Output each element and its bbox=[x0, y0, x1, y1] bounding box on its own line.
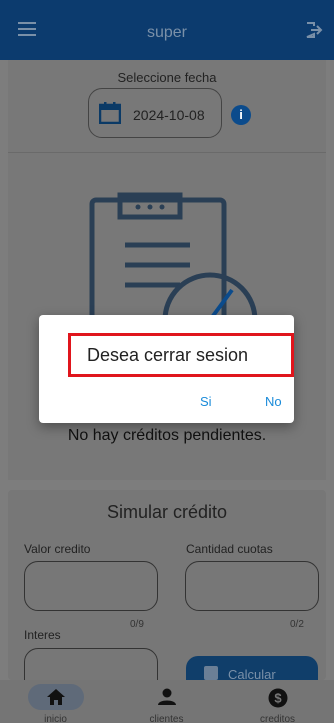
valor-credito-label: Valor credito bbox=[24, 542, 91, 556]
interes-label: Interes bbox=[24, 628, 61, 642]
valor-credito-counter: 0/9 bbox=[130, 619, 144, 630]
cantidad-cuotas-label: Cantidad cuotas bbox=[186, 542, 273, 556]
home-icon bbox=[47, 689, 65, 705]
bottom-nav: inicio clientes $ creditos bbox=[0, 680, 334, 723]
cantidad-cuotas-counter: 0/2 bbox=[290, 619, 304, 630]
no-button[interactable]: No bbox=[265, 394, 282, 409]
nav-item-clientes[interactable]: clientes bbox=[111, 680, 222, 723]
logout-icon[interactable] bbox=[304, 20, 324, 40]
dialog-title-highlight: Desea cerrar sesion bbox=[68, 333, 294, 377]
empty-state-message: No hay créditos pendientes. bbox=[67, 427, 267, 444]
nav-label-inicio: inicio bbox=[44, 714, 67, 723]
date-label: Seleccione fecha bbox=[117, 70, 217, 85]
simulator-title: Simular crédito bbox=[106, 502, 228, 522]
dollar-icon: $ bbox=[268, 688, 288, 708]
cantidad-cuotas-input[interactable] bbox=[185, 561, 319, 611]
nav-label-clientes: clientes bbox=[149, 714, 184, 723]
nav-item-creditos[interactable]: $ creditos bbox=[222, 680, 333, 723]
valor-credito-input[interactable] bbox=[24, 561, 158, 611]
calculator-icon bbox=[204, 666, 218, 680]
app-header: super bbox=[0, 0, 334, 60]
divider bbox=[8, 152, 326, 153]
svg-text:$: $ bbox=[274, 691, 282, 706]
nav-label-creditos: creditos bbox=[259, 714, 295, 723]
logout-dialog: Desea cerrar sesion Si No bbox=[39, 315, 294, 423]
header-title: super bbox=[146, 24, 188, 41]
date-picker-field[interactable]: 2024-10-08 bbox=[88, 88, 222, 138]
info-icon[interactable]: i bbox=[231, 105, 251, 125]
person-icon bbox=[158, 688, 176, 705]
yes-button[interactable]: Si bbox=[200, 394, 212, 409]
date-value: 2024-10-08 bbox=[133, 107, 205, 123]
nav-item-inicio[interactable]: inicio bbox=[0, 680, 111, 723]
calendar-icon bbox=[99, 102, 121, 124]
dialog-title: Desea cerrar sesion bbox=[87, 345, 249, 365]
